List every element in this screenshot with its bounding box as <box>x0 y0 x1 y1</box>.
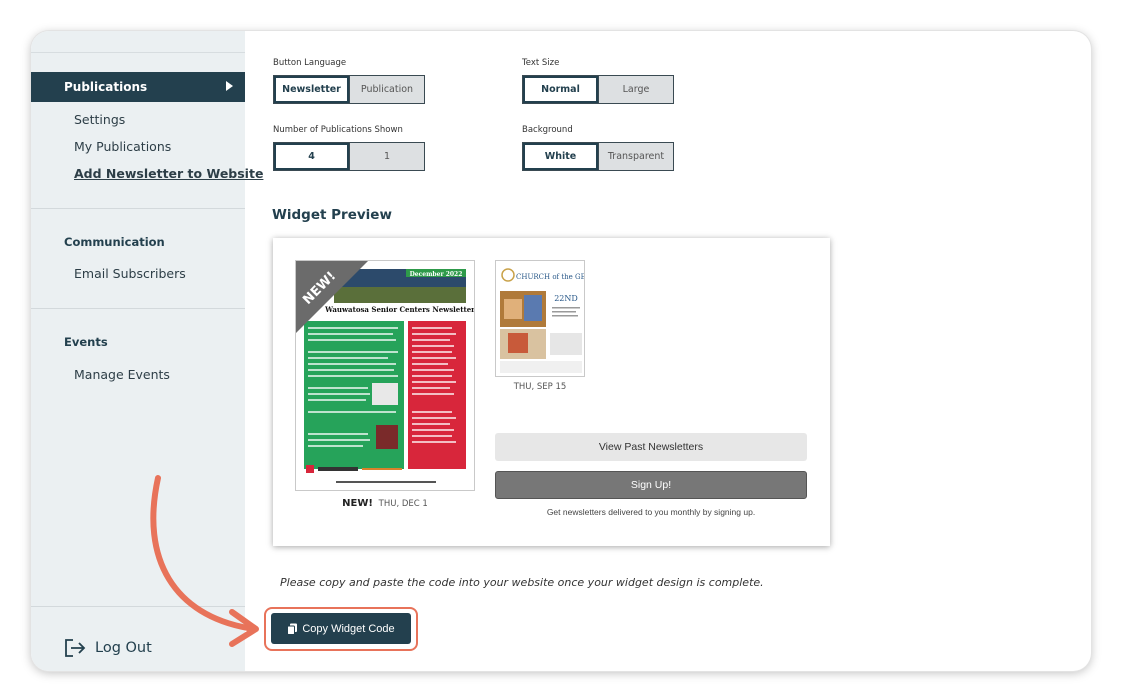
option-white[interactable]: White <box>523 143 598 170</box>
text-size-toggle: Normal Large <box>522 75 674 104</box>
sidebar-item-label: Publications <box>64 80 148 94</box>
caret-right-icon <box>226 81 233 91</box>
sidebar-divider <box>31 308 245 309</box>
option-4[interactable]: 4 <box>274 143 349 170</box>
widget-preview-panel: December 2022 Wauwatosa Senior Centers N… <box>273 238 830 546</box>
logout-button[interactable]: Log Out <box>64 638 152 658</box>
pubs-shown-toggle: 4 1 <box>273 142 425 171</box>
sidebar-divider <box>31 606 245 607</box>
button-language-toggle: Newsletter Publication <box>273 75 425 104</box>
option-publication[interactable]: Publication <box>349 76 424 103</box>
sidebar-item-my-publications[interactable]: My Publications <box>74 139 171 154</box>
sign-up-button[interactable]: Sign Up! <box>495 471 807 499</box>
pub1-caption: NEW! THU, DEC 1 <box>295 498 475 509</box>
option-large[interactable]: Large <box>598 76 673 103</box>
copy-widget-code-label: Copy Widget Code <box>302 622 395 635</box>
logout-label: Log Out <box>95 640 152 656</box>
sidebar-item-email-subscribers[interactable]: Email Subscribers <box>74 266 186 281</box>
cover-title-text: Wauwatosa Senior Centers Newsletter <box>324 305 475 314</box>
new-label: NEW! <box>342 498 373 509</box>
widget-preview-title: Widget Preview <box>272 207 392 223</box>
copy-icon <box>287 623 298 635</box>
option-normal[interactable]: Normal <box>523 76 598 103</box>
signup-note: Get newsletters delivered to you monthly… <box>546 507 756 517</box>
option-newsletter[interactable]: Newsletter <box>274 76 349 103</box>
church-cover-image: CHURCH of the GESU 22ND <box>496 261 585 376</box>
church-title-text: CHURCH of the GESU <box>516 273 585 281</box>
option-transparent[interactable]: Transparent <box>598 143 673 170</box>
pub1-date: THU, DEC 1 <box>378 499 428 509</box>
sidebar-section-events: Events <box>64 335 108 349</box>
sidebar-item-add-newsletter[interactable]: Add Newsletter to Website <box>74 166 263 181</box>
background-toggle: White Transparent <box>522 142 674 171</box>
app-window: Publications Settings My Publications Ad… <box>31 31 1091 671</box>
sidebar-item-manage-events[interactable]: Manage Events <box>74 367 170 382</box>
pubs-shown-label: Number of Publications Shown <box>273 125 403 135</box>
newsletter-cover-image: December 2022 Wauwatosa Senior Centers N… <box>296 261 475 490</box>
cover-month-text: December 2022 <box>410 271 463 278</box>
button-language-label: Button Language <box>273 58 347 68</box>
pub2-date: THU, SEP 15 <box>513 382 567 392</box>
copy-instruction-text: Please copy and paste the code into your… <box>280 576 764 589</box>
text-size-label: Text Size <box>522 58 560 68</box>
copy-widget-code-button[interactable]: Copy Widget Code <box>271 613 411 644</box>
sidebar-top-divider <box>31 52 245 53</box>
sidebar-divider <box>31 208 245 209</box>
sidebar-item-publications[interactable]: Publications <box>31 72 245 102</box>
background-label: Background <box>522 125 573 135</box>
option-1[interactable]: 1 <box>349 143 424 170</box>
sidebar: Publications Settings My Publications Ad… <box>31 31 263 671</box>
church-newsletter-thumbnail[interactable]: CHURCH of the GESU 22ND <box>495 260 585 377</box>
sidebar-section-communication: Communication <box>64 235 165 249</box>
logout-icon <box>65 639 86 657</box>
sidebar-item-settings[interactable]: Settings <box>74 112 125 127</box>
view-past-newsletters-button[interactable]: View Past Newsletters <box>495 433 807 461</box>
newsletter-cover-thumbnail[interactable]: December 2022 Wauwatosa Senior Centers N… <box>295 260 475 491</box>
church-number-text: 22ND <box>554 294 578 303</box>
